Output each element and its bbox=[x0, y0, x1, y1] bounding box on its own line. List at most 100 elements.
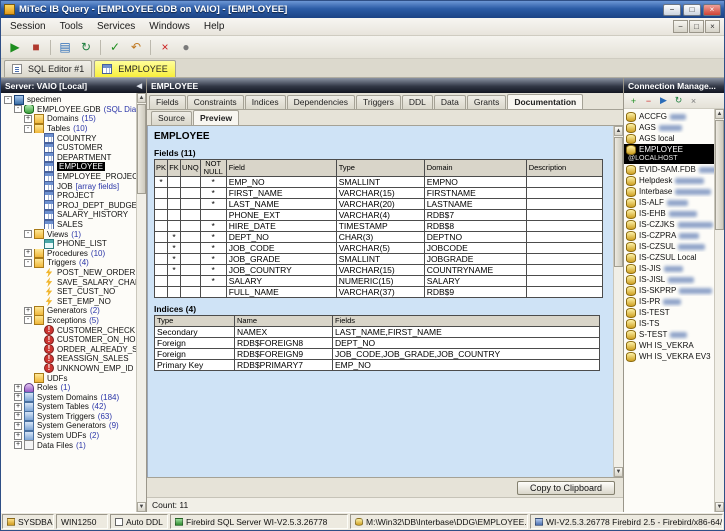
tree-item-generators[interactable]: +Generators(2) bbox=[1, 306, 136, 316]
tree-item-system-triggers[interactable]: +System Triggers(63) bbox=[1, 412, 136, 422]
refresh-list-button[interactable]: ↻ bbox=[672, 94, 685, 107]
connection-wh-is-vekra-ev3[interactable]: WH IS_VEKRA EV3 bbox=[624, 351, 714, 362]
close-panel-button[interactable]: × bbox=[687, 94, 700, 107]
tab-fields[interactable]: Fields bbox=[149, 95, 186, 109]
editor-tab-sql-editor-1[interactable]: SQL Editor #1 bbox=[4, 60, 92, 77]
tree-item-project[interactable]: PROJECT bbox=[1, 191, 136, 201]
expand-toggle-icon[interactable]: + bbox=[14, 441, 22, 449]
mdi-restore-button[interactable]: □ bbox=[689, 20, 704, 33]
expand-toggle-icon[interactable]: + bbox=[14, 412, 22, 420]
tree-item-views[interactable]: -Views(1) bbox=[1, 229, 136, 239]
tree-item-procedures[interactable]: +Procedures(10) bbox=[1, 249, 136, 259]
scrollbar-track[interactable] bbox=[137, 195, 146, 502]
connection-is-jisl[interactable]: IS-JISL bbox=[624, 274, 714, 285]
tree-item-triggers[interactable]: -Triggers(4) bbox=[1, 258, 136, 268]
scrollbar-track[interactable] bbox=[715, 231, 724, 502]
tree-item-system-generators[interactable]: +System Generators(9) bbox=[1, 421, 136, 431]
options-button[interactable]: ● bbox=[176, 38, 196, 57]
tree-item-country[interactable]: COUNTRY bbox=[1, 133, 136, 143]
connection-is-skprp[interactable]: IS-SKPRP bbox=[624, 285, 714, 296]
refresh-button[interactable]: ↻ bbox=[76, 38, 96, 57]
scrollbar-thumb[interactable] bbox=[614, 137, 623, 267]
expand-toggle-icon[interactable]: + bbox=[14, 422, 22, 430]
connection-is-czpra[interactable]: IS-CZPRA bbox=[624, 230, 714, 241]
collapse-sidebar-button[interactable]: ◀ bbox=[137, 82, 142, 90]
expand-toggle-icon[interactable]: + bbox=[24, 249, 32, 257]
menu-windows[interactable]: Windows bbox=[142, 19, 197, 34]
scroll-up-icon[interactable]: ▲ bbox=[614, 126, 623, 136]
doc-scrollbar[interactable]: ▲ ▼ bbox=[613, 126, 623, 477]
close-button[interactable]: × bbox=[703, 4, 721, 16]
tree-item-salary-history[interactable]: SALARY_HISTORY bbox=[1, 210, 136, 220]
tree-item-customer[interactable]: CUSTOMER bbox=[1, 143, 136, 153]
connect-button[interactable]: ▶ bbox=[657, 94, 670, 107]
connection-ags[interactable]: AGS bbox=[624, 122, 714, 133]
tab-triggers[interactable]: Triggers bbox=[356, 95, 401, 109]
tab-data[interactable]: Data bbox=[434, 95, 466, 109]
tab-constraints[interactable]: Constraints bbox=[187, 95, 244, 109]
tree-scrollbar[interactable]: ▲ ▼ bbox=[136, 93, 146, 512]
expand-toggle-icon[interactable]: + bbox=[14, 384, 22, 392]
tree-item-post-new-order[interactable]: POST_NEW_ORDER[post ne bbox=[1, 268, 136, 278]
tree-item-job[interactable]: JOB[array fields] bbox=[1, 181, 136, 191]
editor-tab-employee[interactable]: EMPLOYEE bbox=[94, 60, 176, 77]
tab-dependencies[interactable]: Dependencies bbox=[287, 95, 355, 109]
connection-is-czjks[interactable]: IS-CZJKS bbox=[624, 219, 714, 230]
scrollbar-track[interactable] bbox=[614, 268, 623, 467]
connection-ags-local[interactable]: AGS local bbox=[624, 133, 714, 144]
tree-item-proj-dept-budget[interactable]: PROJ_DEPT_BUDGET[intege bbox=[1, 201, 136, 211]
menu-tools[interactable]: Tools bbox=[53, 19, 90, 34]
maximize-button[interactable]: □ bbox=[683, 4, 701, 16]
scroll-up-icon[interactable]: ▲ bbox=[137, 93, 146, 103]
connection-wh-is-vekra[interactable]: WH IS_VEKRA bbox=[624, 340, 714, 351]
minimize-button[interactable]: − bbox=[663, 4, 681, 16]
scroll-down-icon[interactable]: ▼ bbox=[715, 502, 724, 512]
scroll-down-icon[interactable]: ▼ bbox=[614, 467, 623, 477]
tree-item-employee[interactable]: EMPLOYEE bbox=[1, 162, 136, 172]
register-database-button[interactable]: + bbox=[627, 94, 640, 107]
tree-item-specimen[interactable]: -specimen bbox=[1, 95, 136, 105]
tree-item-udfs[interactable]: UDFs bbox=[1, 373, 136, 383]
subtab-source[interactable]: Source bbox=[151, 111, 192, 125]
disconnect-database-button[interactable]: ■ bbox=[26, 38, 46, 57]
tree-item-data-files[interactable]: +Data Files(1) bbox=[1, 440, 136, 450]
connection-is-czsul-local[interactable]: IS-CZSUL Local bbox=[624, 252, 714, 263]
tree-item-unknown-emp-id[interactable]: UNKNOWN_EMP_ID bbox=[1, 364, 136, 374]
scrollbar-thumb[interactable] bbox=[137, 104, 146, 194]
expand-toggle-icon[interactable]: + bbox=[24, 115, 32, 123]
tree-item-system-domains[interactable]: +System Domains(184) bbox=[1, 392, 136, 402]
mdi-minimize-button[interactable]: − bbox=[673, 20, 688, 33]
rollback-button[interactable]: ↶ bbox=[126, 38, 146, 57]
expand-toggle-icon[interactable]: + bbox=[14, 393, 22, 401]
expand-toggle-icon[interactable]: - bbox=[24, 259, 32, 267]
connection-is-test[interactable]: IS-TEST bbox=[624, 307, 714, 318]
menu-services[interactable]: Services bbox=[90, 19, 142, 34]
tree-item-set-cust-no[interactable]: SET_CUST_NO bbox=[1, 287, 136, 297]
menu-help[interactable]: Help bbox=[197, 19, 232, 34]
tree-item-system-udfs[interactable]: +System UDFs(2) bbox=[1, 431, 136, 441]
tree-item-order-already-shipped[interactable]: ORDER_ALREADY_SHIPPED bbox=[1, 344, 136, 354]
scroll-down-icon[interactable]: ▼ bbox=[137, 502, 146, 512]
tree-item-set-emp-no[interactable]: SET_EMP_NO bbox=[1, 296, 136, 306]
menu-session[interactable]: Session bbox=[3, 19, 53, 34]
tree-item-customer-on-hold[interactable]: CUSTOMER_ON_HOLD[d&c bbox=[1, 335, 136, 345]
expand-toggle-icon[interactable]: - bbox=[14, 105, 22, 113]
tree-item-domains[interactable]: +Domains(15) bbox=[1, 114, 136, 124]
connection-evid-sam-fdb[interactable]: EVID-SAM.FDB bbox=[624, 164, 714, 175]
new-sql-editor-button[interactable]: ▤ bbox=[55, 38, 75, 57]
subtab-preview[interactable]: Preview bbox=[193, 110, 239, 125]
connection-interbase[interactable]: Interbase bbox=[624, 186, 714, 197]
scroll-up-icon[interactable]: ▲ bbox=[715, 109, 724, 119]
tab-documentation[interactable]: Documentation bbox=[507, 94, 583, 109]
tree-item-roles[interactable]: +Roles(1) bbox=[1, 383, 136, 393]
expand-toggle-icon[interactable]: - bbox=[24, 316, 32, 324]
tree-item-phone-list[interactable]: PHONE_LIST bbox=[1, 239, 136, 249]
expand-toggle-icon[interactable]: + bbox=[14, 432, 22, 440]
connect-database-button[interactable]: ▶ bbox=[5, 38, 25, 57]
close-object-button[interactable]: × bbox=[155, 38, 175, 57]
mdi-close-button[interactable]: × bbox=[705, 20, 720, 33]
commit-button[interactable]: ✓ bbox=[105, 38, 125, 57]
scrollbar-thumb[interactable] bbox=[715, 120, 724, 230]
expand-toggle-icon[interactable]: - bbox=[24, 230, 32, 238]
tree-item-department[interactable]: DEPARTMENT bbox=[1, 153, 136, 163]
